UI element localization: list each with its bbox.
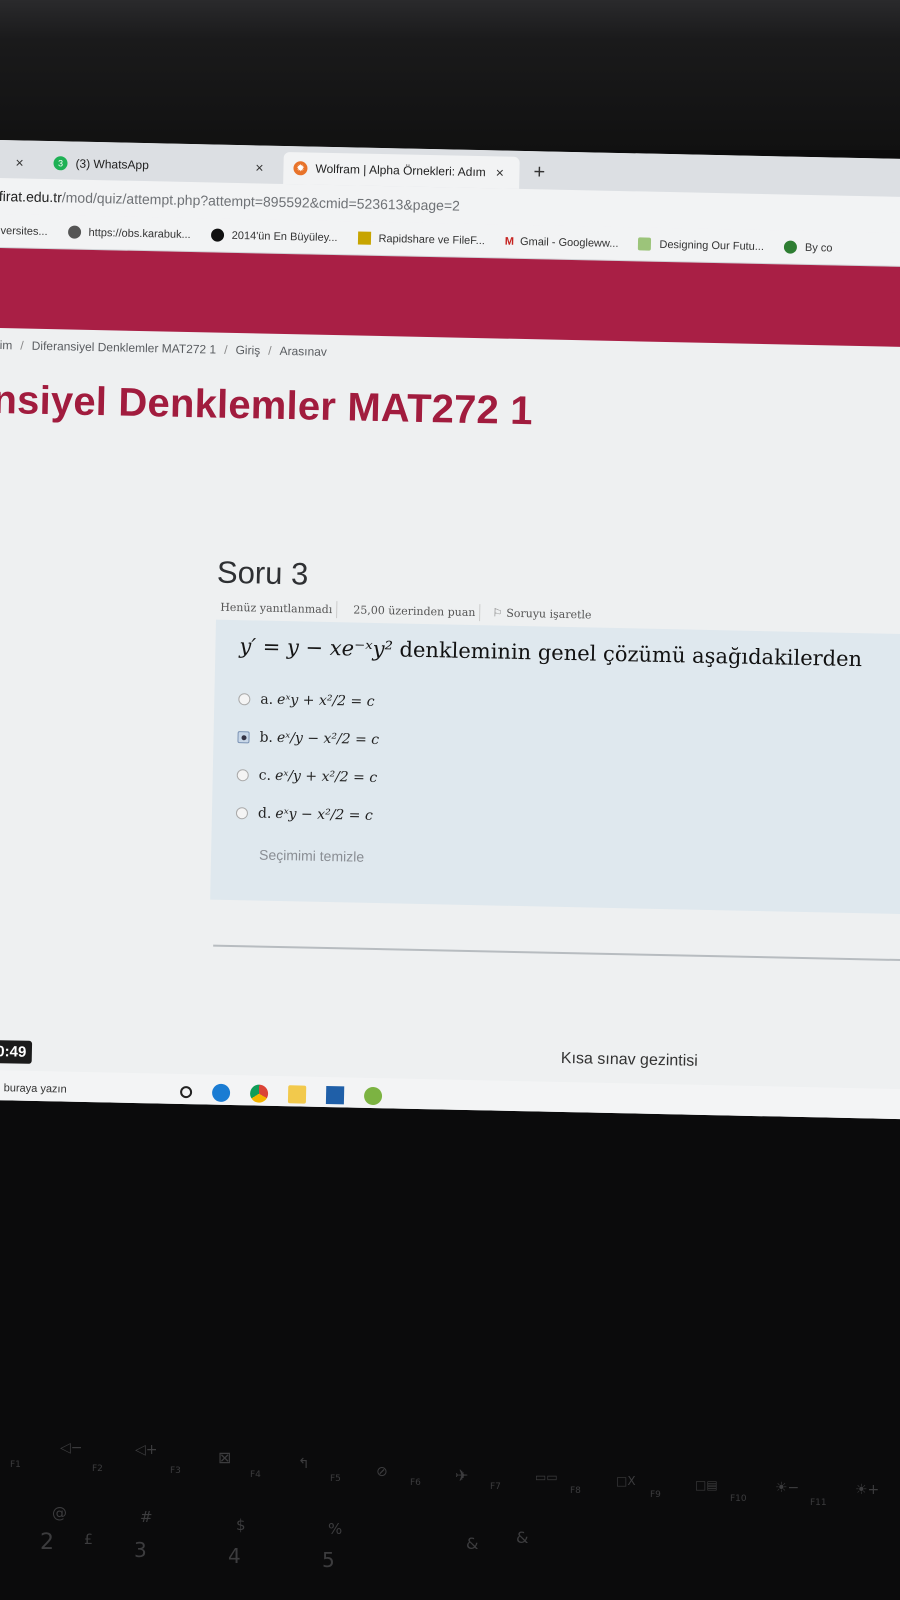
tab-label: Wolfram | Alpha Örnekleri: Adım bbox=[315, 161, 486, 180]
download-icon bbox=[357, 231, 371, 245]
touchpad-icon: ⊘ bbox=[376, 1464, 388, 1480]
brightness-up-icon: ☀+ bbox=[855, 1482, 880, 1498]
question-panel: y′ = y − xe⁻ˣy² denkleminin genel çözümü… bbox=[210, 619, 900, 915]
question-status: Henüz yanıtlanmadı bbox=[216, 598, 338, 619]
key-label: F11 bbox=[810, 1498, 827, 1508]
volume-down-icon: ◁− bbox=[60, 1440, 83, 1456]
globe-icon bbox=[67, 225, 81, 239]
chrome-icon[interactable] bbox=[249, 1084, 269, 1103]
key-label: F2 bbox=[92, 1464, 103, 1474]
keyboard-light-icon: ▭▭ bbox=[535, 1470, 558, 1484]
bookmark-item[interactable]: M Gmail - Googleww... bbox=[505, 235, 619, 249]
new-tab-button[interactable]: + bbox=[533, 161, 545, 184]
close-icon[interactable]: × bbox=[15, 154, 24, 170]
key-label: % bbox=[328, 1520, 343, 1538]
key-label: F10 bbox=[730, 1494, 747, 1504]
close-icon[interactable]: × bbox=[255, 159, 264, 175]
bookmark-label: https://obs.karabuk... bbox=[88, 226, 191, 241]
address-host: firat.edu.tr bbox=[0, 187, 63, 206]
key-label: F4 bbox=[250, 1470, 261, 1480]
key-label: @ bbox=[52, 1504, 67, 1522]
mute-icon: ⊠ bbox=[218, 1448, 232, 1467]
breadcrumb-item[interactable]: rim bbox=[0, 338, 13, 352]
screen: × 3 (3) WhatsApp × ✹ Wolfram | Alpha Örn… bbox=[0, 140, 900, 1120]
bookmark-label: Rapidshare ve FileF... bbox=[378, 232, 486, 247]
key-label: F8 bbox=[570, 1486, 581, 1496]
divider bbox=[213, 944, 900, 962]
key-label: 4 bbox=[228, 1544, 241, 1568]
bookmark-item[interactable]: iversites... bbox=[0, 224, 48, 237]
page-title: nsiyel Denklemler MAT272 1 bbox=[0, 377, 534, 434]
airplane-icon: ✈ bbox=[455, 1466, 469, 1485]
key-label: 5 bbox=[322, 1548, 335, 1572]
bookmark-label: iversites... bbox=[0, 224, 48, 238]
bookmark-item[interactable]: By co bbox=[783, 240, 833, 254]
close-icon[interactable]: × bbox=[496, 164, 505, 180]
bookmark-label: 2014'ün En Büyüley... bbox=[231, 229, 338, 244]
question-points: 25,00 üzerinden puan bbox=[349, 601, 481, 622]
cortana-icon[interactable] bbox=[179, 1085, 193, 1099]
key-label: $ bbox=[236, 1516, 246, 1534]
key-label: F7 bbox=[490, 1482, 501, 1492]
question-text: y′ = y − xe⁻ˣy² denkleminin genel çözümü… bbox=[239, 634, 863, 672]
file-explorer-icon[interactable] bbox=[287, 1085, 307, 1104]
key-label: F1 bbox=[10, 1460, 21, 1470]
key-label: £ bbox=[84, 1532, 93, 1548]
bookmark-item[interactable]: 2014'ün En Büyüley... bbox=[210, 228, 338, 244]
bookmark-item[interactable]: Designing Our Futu... bbox=[638, 237, 764, 253]
bookmark-item[interactable]: Rapidshare ve FileF... bbox=[357, 231, 486, 248]
bookmark-label: Designing Our Futu... bbox=[659, 238, 765, 253]
display-icon: □X bbox=[616, 1474, 636, 1488]
breadcrumb-item[interactable]: Arasınav bbox=[279, 344, 327, 359]
key-label: F5 bbox=[330, 1474, 341, 1484]
flag-question-link[interactable]: ⚐ Soruyu işaretle bbox=[492, 606, 591, 621]
taskbar: için buraya yazın bbox=[0, 1069, 900, 1120]
bookmark-label: By co bbox=[804, 241, 833, 254]
brightness-down-icon: ☀− bbox=[775, 1480, 800, 1496]
bookmark-label: Gmail - Googleww... bbox=[519, 235, 619, 250]
radio-button-selected[interactable] bbox=[237, 731, 250, 744]
whatsapp-icon: 3 bbox=[53, 156, 68, 171]
bookmark-item[interactable]: https://obs.karabuk... bbox=[67, 225, 191, 241]
site-icon bbox=[638, 237, 652, 251]
flag-icon: ⚐ bbox=[492, 606, 503, 620]
clear-selection-link[interactable]: Seçimimi temizle bbox=[259, 847, 891, 876]
breadcrumb-item[interactable]: Diferansiyel Denklemler MAT272 1 bbox=[32, 339, 217, 357]
quiz-navigation-title: Kısa sınav gezintisi bbox=[560, 1049, 698, 1070]
projector-icon: □▤ bbox=[695, 1478, 718, 1492]
key-label: 2 bbox=[40, 1530, 54, 1555]
site-icon bbox=[210, 228, 224, 242]
key-label: F9 bbox=[650, 1490, 661, 1500]
app-icon[interactable] bbox=[363, 1086, 383, 1106]
swap-icon: ↰ bbox=[298, 1456, 310, 1472]
tab-wolfram[interactable]: ✹ Wolfram | Alpha Örnekleri: Adım × bbox=[283, 151, 520, 189]
address-path: /mod/quiz/attempt.php?attempt=895592&cmi… bbox=[61, 189, 461, 214]
radio-button[interactable] bbox=[238, 693, 251, 706]
quiz-timer: :40:49 bbox=[0, 1039, 33, 1064]
wolfram-icon: ✹ bbox=[293, 161, 308, 176]
question-math: y′ = y − xe⁻ˣy² bbox=[239, 634, 394, 662]
site-icon bbox=[783, 240, 798, 254]
tab-whatsapp[interactable]: 3 (3) WhatsApp × bbox=[43, 147, 274, 184]
radio-button[interactable] bbox=[236, 769, 249, 782]
gmail-icon: M bbox=[504, 235, 515, 248]
key-label: F6 bbox=[410, 1478, 421, 1488]
key-label: # bbox=[140, 1508, 153, 1526]
key-label: & bbox=[466, 1534, 479, 1553]
photos-icon[interactable] bbox=[325, 1086, 345, 1105]
keyboard: F1 ◁− F2 ◁+ F3 ⊠ F4 ↰ F5 ⊘ F6 ✈ F7 ▭▭ F8… bbox=[0, 1420, 900, 1600]
monitor-bezel bbox=[0, 0, 900, 150]
answer-list: a. eˣy + x²/2 = c b. eˣ/y − x²/2 = c c. … bbox=[235, 680, 895, 846]
question-block: Soru 3 Henüz yanıtlanmadı 25,00 üzerinde… bbox=[210, 555, 900, 915]
volume-up-icon: ◁+ bbox=[135, 1442, 158, 1458]
radio-button[interactable] bbox=[235, 807, 249, 820]
breadcrumb-item[interactable]: Giriş bbox=[235, 343, 260, 358]
edge-icon[interactable] bbox=[211, 1083, 231, 1103]
tab-label: (3) WhatsApp bbox=[75, 156, 150, 173]
key-label: F3 bbox=[170, 1466, 181, 1476]
question-title: Soru 3 bbox=[216, 554, 309, 592]
key-label: & bbox=[516, 1528, 529, 1547]
key-label: 3 bbox=[134, 1538, 147, 1562]
taskbar-search[interactable]: için buraya yazın bbox=[0, 1082, 180, 1098]
